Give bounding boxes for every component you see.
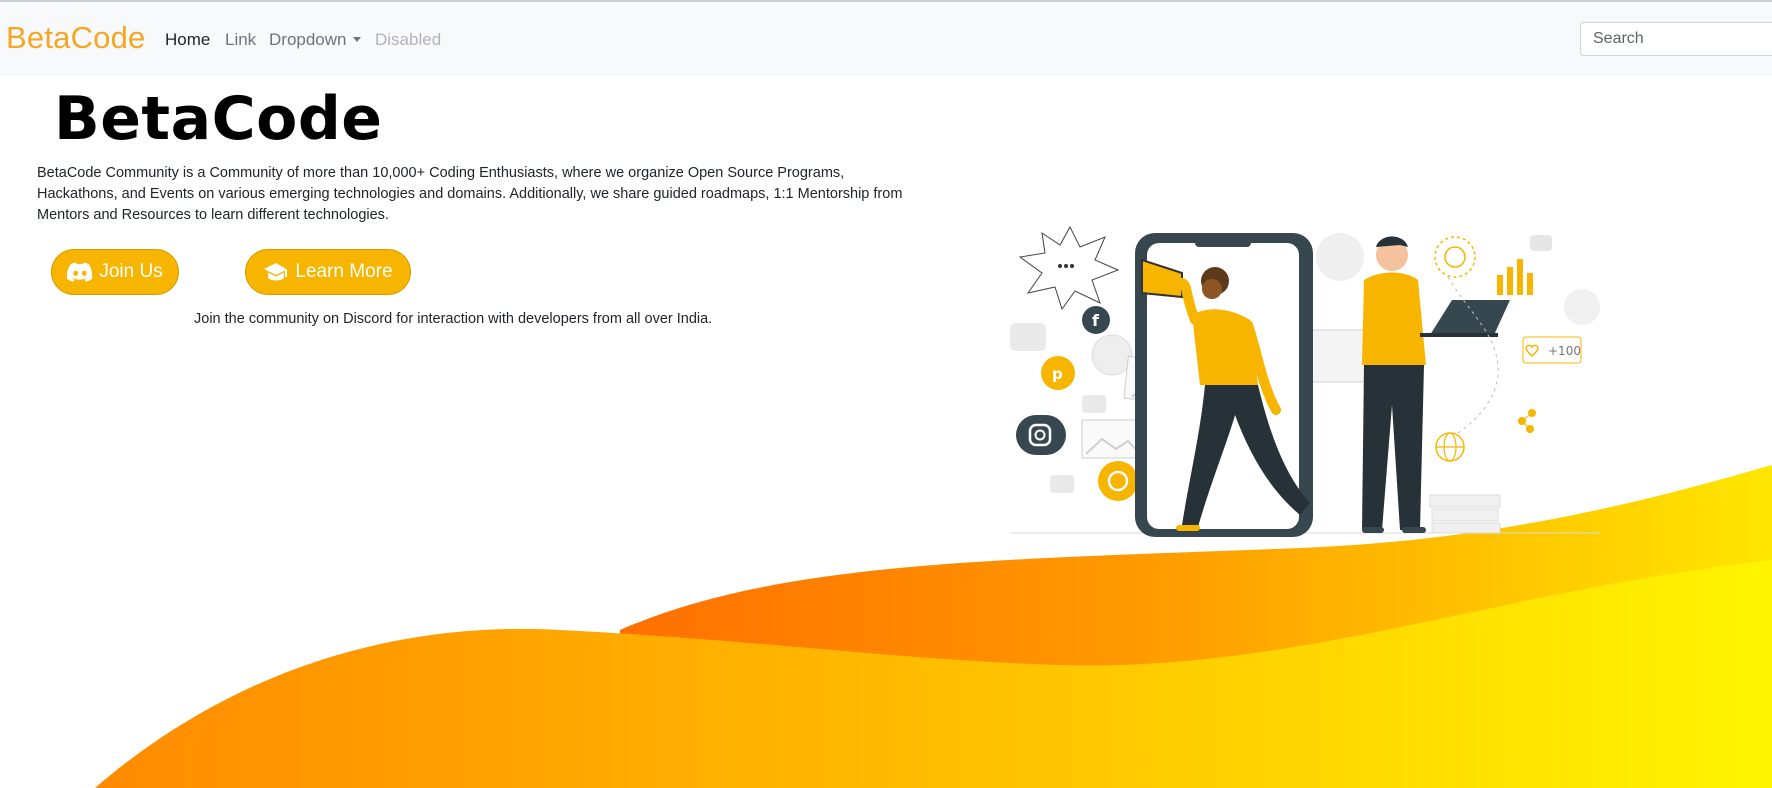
hero-description: BetaCode Community is a Community of mor… xyxy=(37,165,903,223)
nav-dropdown-toggle[interactable]: Dropdown xyxy=(269,30,361,50)
share-icon xyxy=(1518,409,1536,433)
learn-more-button[interactable]: Learn More xyxy=(245,249,411,295)
search-input[interactable] xyxy=(1580,22,1772,56)
books-icon xyxy=(1429,494,1501,508)
nav-dropdown-label: Dropdown xyxy=(269,30,347,49)
thumbs-up-icon-right xyxy=(1530,235,1552,251)
discord-subtext: Join the community on Discord for intera… xyxy=(194,311,713,327)
target-icon xyxy=(1434,236,1476,278)
bar-chart-icon xyxy=(1497,259,1533,295)
instagram-icon-bg xyxy=(1016,415,1066,455)
neutral-face-icon xyxy=(1564,289,1600,325)
svg-text:p: p xyxy=(1052,365,1063,383)
happy-face-icon xyxy=(1316,233,1364,281)
learn-more-label: Learn More xyxy=(295,261,393,282)
image-card-icon-2 xyxy=(1081,419,1145,459)
nav-link-home[interactable]: Home xyxy=(165,30,210,50)
whatsapp-icon xyxy=(1098,461,1138,501)
discord-icon xyxy=(67,262,93,282)
likes-count: +100 xyxy=(1548,344,1581,358)
svg-text:f: f xyxy=(1092,311,1100,330)
thumbs-up-icon xyxy=(1010,323,1046,351)
community-illustration: f p +100 xyxy=(1010,225,1600,537)
navbar: BetaCode Home Link Dropdown Disabled xyxy=(0,2,1772,76)
graduation-cap-icon xyxy=(264,263,288,281)
chevron-down-icon xyxy=(352,37,361,42)
nav-link-link[interactable]: Link xyxy=(225,30,256,50)
join-us-button[interactable]: Join Us xyxy=(51,249,179,295)
nav-link-disabled: Disabled xyxy=(375,30,442,49)
join-us-label: Join Us xyxy=(99,261,163,282)
starburst-icon xyxy=(1018,225,1120,311)
page-title: BetaCode xyxy=(54,84,383,154)
dribbble-icon xyxy=(1091,334,1133,376)
brand-logo[interactable]: BetaCode xyxy=(6,20,145,56)
